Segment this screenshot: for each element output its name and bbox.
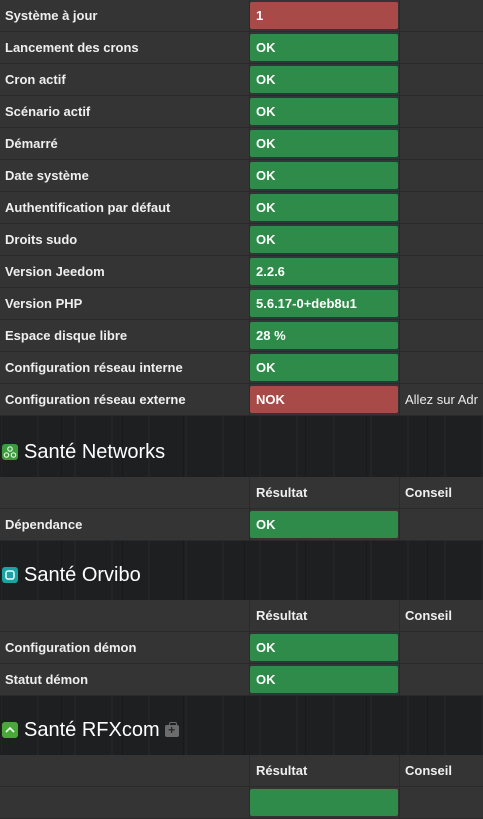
orvibo-plugin-icon: [2, 567, 18, 583]
table-row: Configuration démon OK: [0, 632, 483, 664]
result-badge: NOK: [250, 386, 398, 413]
result-badge: 1: [250, 2, 398, 29]
row-label: Droits sudo: [5, 232, 78, 247]
table-row: [0, 787, 483, 819]
result-badge: 28 %: [250, 322, 398, 349]
result-badge: OK: [250, 226, 398, 253]
row-label: Configuration réseau externe: [5, 392, 186, 407]
result-badge: OK: [250, 634, 398, 661]
result-badge: OK: [250, 66, 398, 93]
table-row: Authentification par défaut OK: [0, 192, 483, 224]
section-title-rfxcom: Santé RFXcom: [0, 710, 483, 750]
rfxcom-health-table: Résultat Conseil: [0, 755, 483, 819]
row-label: Configuration réseau interne: [5, 360, 183, 375]
result-badge: OK: [250, 162, 398, 189]
result-badge: OK: [250, 98, 398, 125]
table-row: Droits sudo OK: [0, 224, 483, 256]
medkit-icon[interactable]: [164, 722, 179, 737]
table-row: Date système OK: [0, 160, 483, 192]
section-title-text: Santé Networks: [24, 440, 166, 463]
table-row: Dépendance OK: [0, 509, 483, 541]
row-label: Système à jour: [5, 8, 98, 23]
table-row: Cron actif OK: [0, 64, 483, 96]
row-label: Configuration démon: [5, 640, 137, 655]
table-row: Configuration réseau externe NOK Allez sur…: [0, 384, 483, 416]
header-result: Résultat: [256, 763, 308, 778]
core-health-table: Système à jour 1 Lancement des crons OK Cr…: [0, 0, 483, 416]
result-badge: OK: [250, 34, 398, 61]
section-title-orvibo: Santé Orvibo: [0, 555, 483, 595]
section-title-text: Santé RFXcom: [24, 718, 160, 741]
table-row: Version PHP 5.6.17-0+deb8u1: [0, 288, 483, 320]
row-label: Espace disque libre: [5, 328, 128, 343]
row-label: Scénario actif: [5, 104, 91, 119]
table-row: Version Jeedom 2.2.6: [0, 256, 483, 288]
row-label: Dépendance: [5, 517, 83, 532]
row-label: Version Jeedom: [5, 264, 105, 279]
row-label: Lancement des crons: [5, 40, 139, 55]
header-result: Résultat: [256, 608, 308, 623]
section-title-text: Santé Orvibo: [24, 563, 141, 586]
table-header-row: Résultat Conseil: [0, 755, 483, 787]
result-badge: 5.6.17-0+deb8u1: [250, 290, 398, 317]
row-label: Version PHP: [5, 296, 83, 311]
result-badge: OK: [250, 194, 398, 221]
networks-plugin-icon: [2, 444, 18, 460]
networks-health-table: Résultat Conseil Dépendance OK: [0, 477, 483, 541]
table-row: Système à jour 1: [0, 0, 483, 32]
header-advice: Conseil: [405, 485, 452, 500]
table-row: Lancement des crons OK: [0, 32, 483, 64]
advice-text: Allez sur Adr: [405, 392, 478, 407]
result-badge: OK: [250, 666, 398, 693]
result-badge: OK: [250, 511, 398, 538]
result-badge: 2.2.6: [250, 258, 398, 285]
table-header-row: Résultat Conseil: [0, 600, 483, 632]
header-result: Résultat: [256, 485, 308, 500]
section-title-networks: Santé Networks: [0, 432, 483, 472]
row-label: Cron actif: [5, 72, 66, 87]
result-badge: [250, 789, 398, 816]
table-row: Espace disque libre 28 %: [0, 320, 483, 352]
header-advice: Conseil: [405, 763, 452, 778]
row-label: Statut démon: [5, 672, 89, 687]
table-row: Configuration réseau interne OK: [0, 352, 483, 384]
table-row: Scénario actif OK: [0, 96, 483, 128]
row-label: Authentification par défaut: [5, 200, 171, 215]
table-header-row: Résultat Conseil: [0, 477, 483, 509]
result-badge: OK: [250, 354, 398, 381]
row-label: Démarré: [5, 136, 58, 151]
rfxcom-plugin-icon: [2, 722, 18, 738]
orvibo-health-table: Résultat Conseil Configuration démon OK S…: [0, 600, 483, 696]
table-row: Démarré OK: [0, 128, 483, 160]
table-row: Statut démon OK: [0, 664, 483, 696]
header-advice: Conseil: [405, 608, 452, 623]
result-badge: OK: [250, 130, 398, 157]
row-label: Date système: [5, 168, 89, 183]
